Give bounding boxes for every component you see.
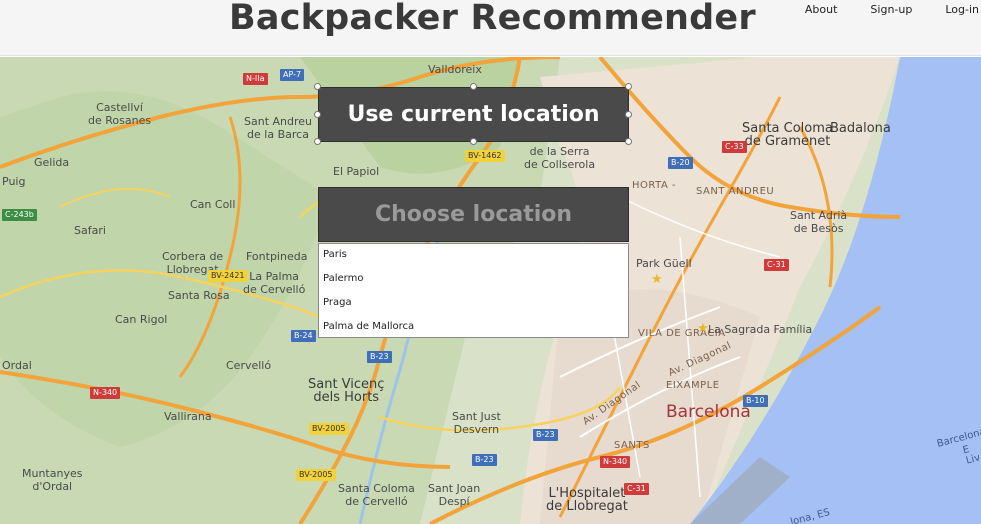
city-label-barcelona: Barcelona <box>666 402 751 422</box>
suggestion-item[interactable]: Paris <box>319 244 628 268</box>
place-label: de la Serra de Collserola <box>524 145 596 171</box>
place-label: Sant Joan Despí <box>428 482 481 508</box>
place-label: Puig <box>2 175 26 188</box>
nav-signup-link[interactable]: Sign-up <box>870 3 912 16</box>
road-shield: BV-1462 <box>465 150 505 162</box>
resize-handle[interactable] <box>314 83 321 90</box>
road-shield: B-10 <box>743 395 768 407</box>
place-label: EIXAMPLE <box>666 380 720 391</box>
place-label: Castellví de Rosanes <box>88 101 152 127</box>
place-label: Sant Adrià de Besòs <box>790 209 848 235</box>
road-shield: B-24 <box>291 330 316 342</box>
place-label: SANT ANDREU <box>696 186 775 197</box>
star-icon: ★ <box>697 321 709 336</box>
header-bar: Backpacker Recommender About Sign-up Log… <box>0 0 981 56</box>
top-nav: About Sign-up Log-in <box>772 3 979 16</box>
star-icon: ★ <box>651 272 663 287</box>
road-shield: C-243b <box>2 209 37 221</box>
place-label: L'Hospitalet de Llobregat <box>546 486 628 514</box>
road-shield: AP-7 <box>280 69 305 81</box>
place-label: Ordal <box>2 359 32 372</box>
resize-handle[interactable] <box>625 111 632 118</box>
resize-handle[interactable] <box>470 83 477 90</box>
place-label: Sant Vicenç dels Horts <box>308 377 385 405</box>
place-label: La Palma de Cervelló <box>243 270 306 296</box>
place-label: Fontpineda <box>246 250 308 263</box>
resize-handle[interactable] <box>625 83 632 90</box>
place-label: Valldoreix <box>428 63 482 76</box>
resize-handle[interactable] <box>314 138 321 145</box>
nav-about-link[interactable]: About <box>805 3 838 16</box>
place-label: Gelida <box>34 156 70 169</box>
place-label: SANTS <box>614 440 650 451</box>
road-shield: N-340 <box>90 387 121 399</box>
place-label: Santa Coloma de Gramenet <box>742 121 833 149</box>
suggestion-item[interactable]: Palermo <box>319 268 628 292</box>
road-shield: B-20 <box>668 157 693 169</box>
place-label: El Papiol <box>333 165 380 178</box>
site-title: Backpacker Recommender <box>229 0 756 38</box>
road-shield: BV-2421 <box>208 270 248 282</box>
road-shield: C-31 <box>624 483 649 495</box>
road-shield: B-23 <box>472 454 497 466</box>
use-current-location-button[interactable]: Use current location <box>318 87 629 142</box>
place-label: La Sagrada Família <box>708 323 813 336</box>
place-label: Safari <box>74 224 106 237</box>
place-label: Can Rigol <box>115 313 168 326</box>
suggestion-item[interactable]: Palma de Mallorca <box>319 316 628 340</box>
road-shield: N-IIa <box>243 73 268 85</box>
place-label: Santa Rosa <box>168 289 230 302</box>
place-label: Santa Coloma de Cervelló <box>338 482 415 508</box>
road-shield: BV-2005 <box>296 469 336 481</box>
place-label: Sant Just Desvern <box>452 410 501 436</box>
choose-location-button[interactable]: Choose location <box>318 187 629 242</box>
place-label: Park Güell <box>636 257 692 270</box>
place-label: Muntanyes d'Ordal <box>22 467 83 493</box>
place-label: Badalona <box>830 121 891 136</box>
location-suggestions-dropdown[interactable]: Paris Palermo Praga Palma de Mallorca <box>318 243 629 338</box>
place-label: Sant Andreu de la Barca <box>244 115 313 141</box>
road-shield: N-340 <box>600 456 631 468</box>
resize-handle[interactable] <box>470 138 477 145</box>
nav-login-link[interactable]: Log-in <box>945 3 979 16</box>
place-label: Vallirana <box>164 410 212 423</box>
road-shield: C-33 <box>722 141 747 153</box>
resize-handle[interactable] <box>625 138 632 145</box>
resize-handle[interactable] <box>314 111 321 118</box>
place-label: Cervelló <box>226 359 272 372</box>
road-shield: C-31 <box>764 259 789 271</box>
place-label: HORTA - <box>632 180 677 191</box>
suggestion-item[interactable]: Praga <box>319 292 628 316</box>
road-shield: B-23 <box>533 429 558 441</box>
road-shield: BV-2005 <box>309 423 349 435</box>
place-label: Can Coll <box>190 198 236 211</box>
road-shield: B-23 <box>367 351 392 363</box>
